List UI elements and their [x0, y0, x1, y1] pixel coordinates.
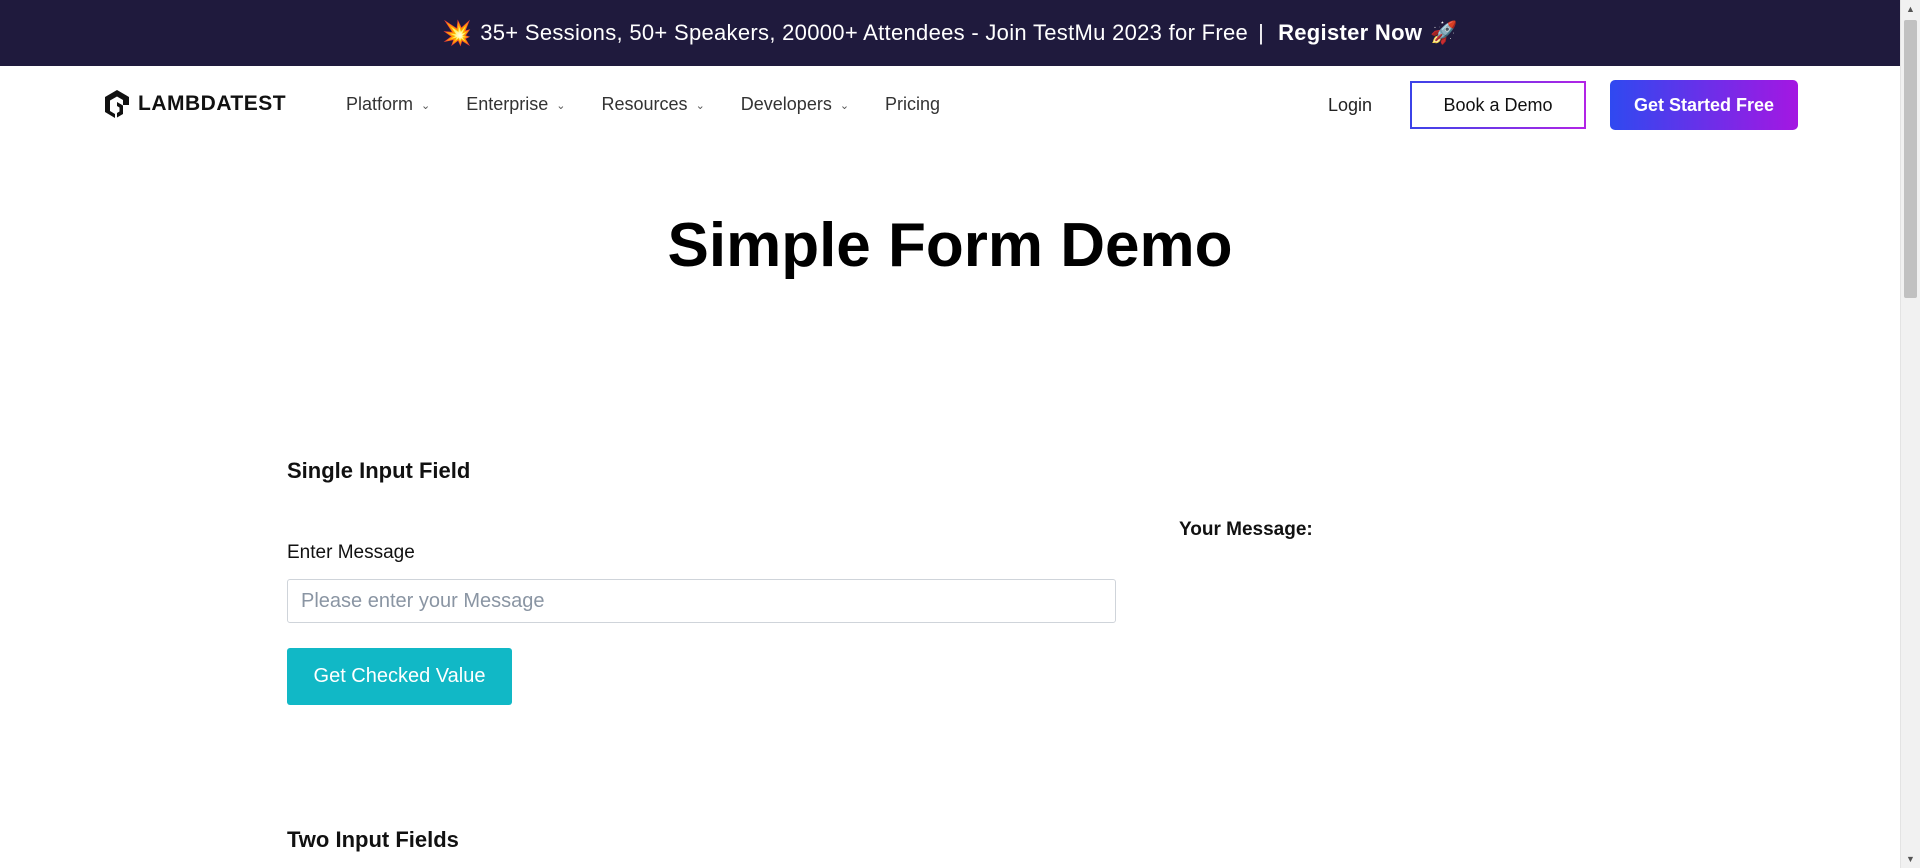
login-link[interactable]: Login — [1328, 95, 1372, 116]
nav-item-label: Developers — [740, 93, 832, 114]
get-checked-value-button[interactable]: Get Checked Value — [287, 648, 512, 705]
burst-icon: 💥 — [442, 19, 473, 47]
navbar: LAMBDATEST Platform ⌄ Enterprise ⌄ Resou… — [0, 66, 1900, 142]
nav-actions: Login Book a Demo Get Started Free — [1328, 80, 1798, 130]
page-title: Simple Form Demo — [667, 211, 1233, 280]
nav-item-label: Resources — [601, 93, 688, 114]
message-input[interactable] — [287, 579, 1116, 623]
chevron-down-icon: ⌄ — [695, 100, 705, 112]
chevron-down-icon: ⌄ — [839, 100, 850, 112]
single-input-section-title: Single Input Field — [287, 458, 471, 483]
nav-item-pricing[interactable]: Pricing — [885, 94, 940, 115]
lambdatest-logo-icon — [105, 90, 129, 118]
promo-text: 35+ Sessions, 50+ Speakers, 20000+ Atten… — [480, 20, 1249, 45]
chevron-down-icon: ⌄ — [421, 100, 431, 112]
get-started-button[interactable]: Get Started Free — [1610, 80, 1798, 130]
nav-item-label: Pricing — [885, 93, 941, 114]
promo-banner: 💥 35+ Sessions, 50+ Speakers, 20000+ Att… — [0, 0, 1900, 66]
scrollbar-thumb[interactable] — [1904, 20, 1917, 298]
scroll-down-icon[interactable]: ▼ — [1906, 854, 1915, 864]
scroll-up-icon[interactable]: ▲ — [1906, 4, 1915, 14]
logo-text: LAMBDATEST — [138, 92, 287, 115]
nav-item-platform[interactable]: Platform ⌄ — [346, 94, 430, 115]
book-demo-button[interactable]: Book a Demo — [1410, 81, 1586, 129]
nav-item-label: Platform — [346, 93, 414, 114]
nav-item-label: Enterprise — [466, 93, 549, 114]
promo-separator: | — [1258, 20, 1265, 45]
lambdatest-logo[interactable]: LAMBDATEST — [102, 88, 286, 120]
nav-item-developers[interactable]: Developers ⌄ — [741, 94, 849, 115]
nav-item-enterprise[interactable]: Enterprise ⌄ — [466, 94, 565, 115]
enter-message-label: Enter Message — [287, 542, 415, 563]
chevron-down-icon: ⌄ — [556, 100, 566, 112]
main-nav: Platform ⌄ Enterprise ⌄ Resources ⌄ Deve… — [346, 66, 940, 142]
page-scrollbar[interactable]: ▲ ▼ — [1900, 0, 1920, 868]
rocket-icon: 🚀 — [1430, 20, 1458, 45]
your-message-label: Your Message: — [1179, 519, 1313, 540]
register-now-link[interactable]: Register Now — [1278, 20, 1422, 46]
two-input-section-title: Two Input Fields — [287, 827, 459, 852]
nav-item-resources[interactable]: Resources ⌄ — [602, 94, 705, 115]
